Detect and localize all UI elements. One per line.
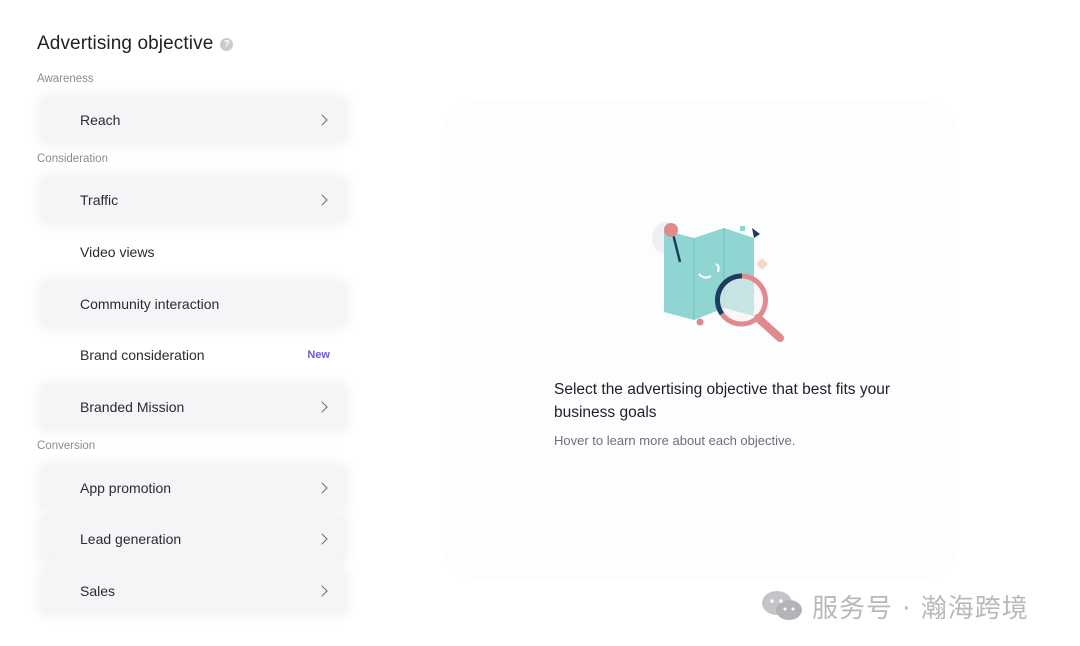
objective-label: Lead generation <box>80 531 182 547</box>
objective-label: Brand consideration <box>80 347 205 363</box>
empty-state-hint: Hover to learn more about each objective… <box>554 433 796 448</box>
chevron-right-icon <box>316 533 328 545</box>
chevron-right-icon <box>316 482 328 494</box>
chevron-right-icon <box>316 401 328 413</box>
section-conversion: Conversion <box>37 440 96 452</box>
header: Advertising objective ? <box>37 31 234 57</box>
empty-state-message: Select the advertising objective that be… <box>554 381 891 421</box>
objective-sales[interactable]: Sales <box>40 568 346 614</box>
section-awareness: Awareness <box>37 73 94 85</box>
watermark-text: 服务号 · 瀚海跨境 <box>812 593 1029 624</box>
section-consideration: Consideration <box>37 153 108 165</box>
objective-branded-mission[interactable]: Branded Mission <box>40 384 346 430</box>
new-badge: New <box>307 349 330 361</box>
wechat-logo-icon <box>762 591 802 620</box>
objective-app-promotion[interactable]: App promotion <box>40 465 346 511</box>
objective-label: Traffic <box>80 192 119 208</box>
objective-brand-consideration[interactable]: Brand consideration New <box>40 332 346 378</box>
chevron-right-icon <box>316 194 328 206</box>
objective-traffic[interactable]: Traffic <box>40 177 346 223</box>
map-search-illustration-icon <box>652 222 784 342</box>
objective-video-views[interactable]: Video views <box>40 229 346 275</box>
help-icon[interactable]: ? <box>220 37 234 51</box>
objective-label: Video views <box>80 244 155 260</box>
watermark: 服务号 · 瀚海跨境 <box>760 586 1029 626</box>
objective-label: App promotion <box>80 480 172 496</box>
objective-label: Community interaction <box>80 296 220 312</box>
objective-label: Branded Mission <box>80 399 185 415</box>
objective-lead-generation[interactable]: Lead generation <box>40 516 346 562</box>
chevron-right-icon <box>316 585 328 597</box>
objective-panel: Advertising objective ? Awareness Reach … <box>0 0 370 646</box>
page-title: Advertising objective <box>37 33 214 54</box>
objective-label: Reach <box>80 112 121 128</box>
objective-label: Sales <box>80 583 116 599</box>
objective-community-interaction[interactable]: Community interaction <box>40 281 346 327</box>
chevron-right-icon <box>316 114 328 126</box>
objective-reach[interactable]: Reach <box>40 97 346 143</box>
